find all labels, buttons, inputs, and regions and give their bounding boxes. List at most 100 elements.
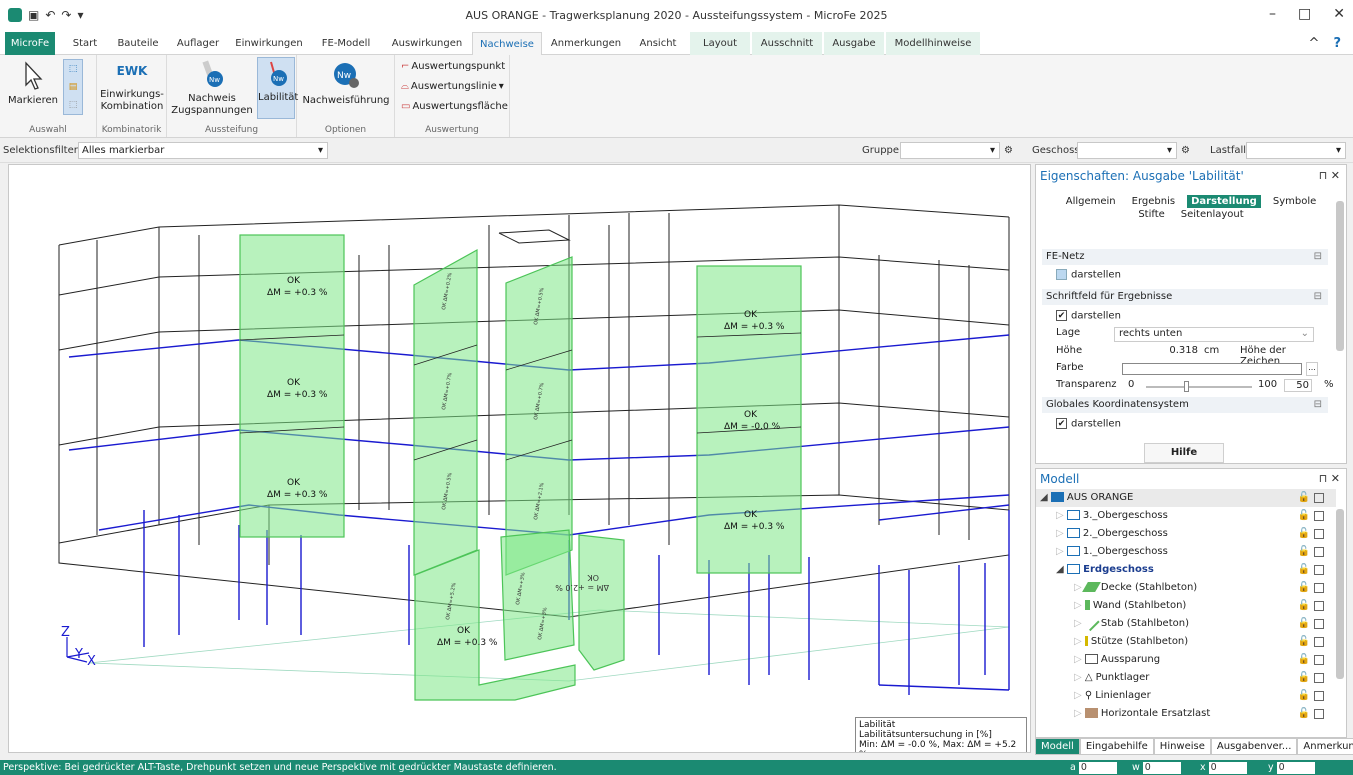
tab-ansicht[interactable]: Ansicht [632, 32, 684, 55]
nachweis-zugspannungen-button[interactable]: Nw Nachweis Zugspannungen [171, 59, 253, 117]
tree-item-ersatzlast[interactable]: ▷ Horizontale Ersatzlast 🔓 [1036, 705, 1336, 723]
geschoss-select[interactable]: ▾ [1077, 142, 1177, 159]
lock-icon[interactable]: 🔓 [1298, 543, 1310, 561]
maximize-button[interactable]: □ [1298, 6, 1311, 22]
btab-modell[interactable]: Modell [1035, 738, 1080, 755]
ptab-darstellung[interactable]: Darstellung [1187, 195, 1261, 208]
tree-root[interactable]: ◢ AUS ORANGE 🔓 [1036, 489, 1336, 507]
tab-nachweise[interactable]: Nachweise [472, 32, 542, 55]
farbe-picker-button[interactable]: ... [1306, 362, 1318, 376]
tab-microfe[interactable]: MicroFe [5, 32, 55, 55]
einwirkungs-kombination-button[interactable]: EWK Einwirkungs- Kombination [97, 65, 167, 113]
tab-start[interactable]: Start [66, 32, 104, 55]
schriftfeld-darstellen-row[interactable]: ✔ darstellen [1042, 310, 1328, 322]
tab-auflager[interactable]: Auflager [170, 32, 226, 55]
select-mode-icon[interactable]: ⬚ [64, 60, 82, 78]
status-w-input[interactable]: 0 [1142, 761, 1181, 774]
gruppe-settings-icon[interactable]: ⚙ [1004, 145, 1013, 156]
btab-eingabehilfe[interactable]: Eingabehilfe [1079, 738, 1154, 755]
tree-item-wand[interactable]: ▷ Wand (Stahlbeton) 🔓 [1036, 597, 1336, 615]
tree-item-1-og[interactable]: ▷ 1._Obergeschoss 🔓 [1036, 543, 1336, 561]
status-y-input[interactable]: 0 [1276, 761, 1315, 774]
nachweisfuehrung-button[interactable]: Nw Nachweisführung [301, 61, 391, 107]
labilitaet-button[interactable]: Nw Labilität [257, 57, 298, 119]
gruppe-select[interactable]: ▾ [900, 142, 1000, 159]
geschoss-settings-icon[interactable]: ⚙ [1181, 145, 1190, 156]
tab-ausschnitt[interactable]: Ausschnitt [752, 32, 822, 55]
lock-icon[interactable]: 🔓 [1298, 633, 1310, 651]
pin-close-icon[interactable]: ⊓ ✕ [1319, 469, 1340, 489]
visibility-checkbox[interactable] [1314, 493, 1324, 503]
tree-item-2-og[interactable]: ▷ 2._Obergeschoss 🔓 [1036, 525, 1336, 543]
farbe-swatch[interactable] [1122, 363, 1302, 375]
lock-icon[interactable]: 🔓 [1298, 651, 1310, 669]
section-fe-netz[interactable]: FE-Netz ⊟ [1042, 249, 1328, 265]
properties-scrollbar[interactable] [1336, 201, 1344, 351]
tab-layout[interactable]: Layout [690, 32, 750, 55]
model-scrollbar[interactable] [1336, 509, 1344, 679]
model-viewport[interactable]: OK ΔM = +0.3 % OK ΔM = +0.3 % OK ΔM = +0… [8, 164, 1031, 753]
section-koordinatensystem[interactable]: Globales Koordinatensystem ⊟ [1042, 397, 1328, 413]
visibility-checkbox[interactable] [1314, 673, 1324, 683]
visibility-checkbox[interactable] [1314, 709, 1324, 719]
collapse-icon[interactable]: ⊟ [1314, 249, 1322, 265]
lastfall-select[interactable]: ▾ [1246, 142, 1346, 159]
tree-item-stuetze[interactable]: ▷ Stütze (Stahlbeton) 🔓 [1036, 633, 1336, 651]
lock-icon[interactable]: 🔓 [1298, 561, 1310, 579]
slider-thumb[interactable] [1184, 381, 1189, 392]
transparenz-slider[interactable] [1146, 381, 1252, 392]
auswertungslinie-button[interactable]: ⌓ Auswertungslinie ▾ [401, 81, 504, 92]
help-icon[interactable]: ? [1333, 36, 1341, 51]
auswertungspunkt-button[interactable]: ⌐ Auswertungspunkt [401, 61, 505, 72]
structure-3d-view[interactable]: OK ΔM = +0.3 % OK ΔM = +0.3 % OK ΔM = +0… [9, 165, 1031, 753]
collapse-icon[interactable]: ⊟ [1314, 289, 1322, 305]
ptab-stifte[interactable]: Stifte [1134, 208, 1168, 221]
visibility-checkbox[interactable] [1314, 529, 1324, 539]
visibility-checkbox[interactable] [1314, 691, 1324, 701]
tree-item-punktlager[interactable]: ▷ △ Punktlager 🔓 [1036, 669, 1336, 687]
hilfe-button[interactable]: Hilfe [1144, 443, 1224, 463]
transparenz-input[interactable]: 50 [1284, 379, 1312, 392]
fe-netz-checkbox[interactable] [1056, 269, 1067, 280]
lock-icon[interactable]: 🔓 [1298, 687, 1310, 705]
tree-item-aussparung[interactable]: ▷ Aussparung 🔓 [1036, 651, 1336, 669]
lock-icon[interactable]: 🔓 [1298, 579, 1310, 597]
tree-item-erdgeschoss[interactable]: ◢ Erdgeschoss 🔓 [1036, 561, 1336, 579]
schriftfeld-checkbox[interactable]: ✔ [1056, 310, 1067, 321]
tree-item-linienlager[interactable]: ▷ ⚲ Linienlager 🔓 [1036, 687, 1336, 705]
lock-icon[interactable]: 🔓 [1298, 615, 1310, 633]
tab-ausgabe[interactable]: Ausgabe [824, 32, 884, 55]
visibility-checkbox[interactable] [1314, 511, 1324, 521]
status-x-input[interactable]: 0 [1208, 761, 1247, 774]
fe-netz-darstellen-row[interactable]: darstellen [1042, 269, 1328, 281]
wall-panels[interactable] [239, 234, 802, 701]
koord-darstellen-row[interactable]: ✔ darstellen [1042, 418, 1328, 430]
visibility-checkbox[interactable] [1314, 583, 1324, 593]
visibility-checkbox[interactable] [1314, 565, 1324, 575]
tab-modellhinweise[interactable]: Modellhinweise [886, 32, 980, 55]
lock-icon[interactable]: 🔓 [1298, 597, 1310, 615]
tree-item-3-og[interactable]: ▷ 3._Obergeschoss 🔓 [1036, 507, 1336, 525]
close-button[interactable]: ✕ [1333, 6, 1345, 22]
visibility-checkbox[interactable] [1314, 619, 1324, 629]
lock-icon[interactable]: 🔓 [1298, 525, 1310, 543]
lock-icon[interactable]: 🔓 [1298, 705, 1310, 723]
selection-mode-buttons[interactable]: ⬚ ▤ ⬚ [63, 59, 83, 115]
tab-anmerkungen[interactable]: Anmerkungen [548, 32, 624, 55]
btab-anmerkungen[interactable]: Anmerkungen [1297, 738, 1353, 755]
collapse-ribbon-icon[interactable]: ^ [1309, 36, 1320, 51]
btab-hinweise[interactable]: Hinweise [1153, 738, 1211, 755]
hoehe-input[interactable]: 0.318 [1158, 345, 1198, 356]
select-cross-icon[interactable]: ⬚ [64, 96, 82, 114]
lage-select[interactable]: rechts unten ⌄ [1114, 327, 1314, 342]
collapse-icon[interactable]: ⊟ [1314, 397, 1322, 413]
tree-item-stab[interactable]: ▷ Stab (Stahlbeton) 🔓 [1036, 614, 1336, 633]
pin-close-icon[interactable]: ⊓ ✕ [1319, 165, 1340, 187]
ptab-allgemein[interactable]: Allgemein [1062, 195, 1120, 208]
tree-item-decke[interactable]: ▷ Decke (Stahlbeton) 🔓 [1036, 579, 1336, 597]
section-schriftfeld[interactable]: Schriftfeld für Ergebnisse ⊟ [1042, 289, 1328, 305]
ptab-seitenlayout[interactable]: Seitenlayout [1177, 208, 1248, 221]
lock-icon[interactable]: 🔓 [1298, 669, 1310, 687]
markieren-button[interactable]: Markieren [8, 61, 58, 107]
tab-auswirkungen[interactable]: Auswirkungen [386, 32, 468, 55]
